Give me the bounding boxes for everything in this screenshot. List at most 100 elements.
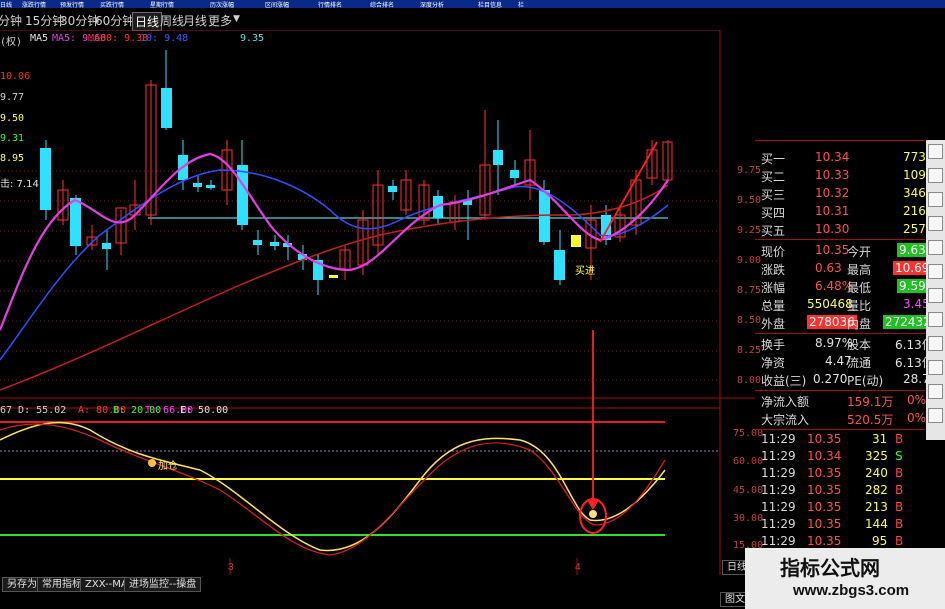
tool-button[interactable] [928, 360, 943, 375]
arrow-head-icon [587, 500, 599, 510]
period-tab-15min[interactable]: 15分钟 [25, 12, 64, 29]
x-axis-marker: 3 [228, 562, 234, 573]
candle [193, 183, 202, 187]
bid-label: 买四 [761, 206, 786, 220]
legend-ma5-label: MA5 [30, 33, 49, 44]
candle [539, 190, 550, 242]
left-label: 8.95 [0, 153, 25, 164]
quote-row: 收益(三) 0.270 PE(动) 28.7 [761, 372, 930, 388]
period-tab-weekly[interactable]: 周线 [160, 12, 184, 29]
quote-row: 外盘 278036 内盘 272432 [761, 315, 933, 331]
chevron-down-icon[interactable]: ▼ [233, 14, 240, 24]
right-toolbar [926, 140, 945, 440]
panel-divider [755, 333, 925, 334]
top-menu-bar: 日线 涨跌行情 预发行情 买跌行情 星期行情 历次涨幅 区间涨幅 行情排名 综合排名 深度分析 栏目… [0, 0, 945, 9]
tick-row: 11:29 10.35 213 B [761, 500, 904, 514]
quote-row: 大宗流入 520.5万 0% [761, 411, 927, 427]
kdj-legend-e: E: 50.00 [180, 405, 229, 416]
candle [270, 242, 279, 246]
save-as-tab[interactable]: 另存为 [2, 577, 42, 592]
menu-item[interactable]: 行情排名 [318, 0, 342, 9]
quote-row: 涨跌 0.63 最高 10.69 [761, 261, 932, 277]
bid-row-2: 买二 10.33 109 [755, 168, 926, 184]
kdj-legend-d: 67 D: 55.02 [0, 405, 67, 416]
bid-price: 10.34 [815, 150, 850, 164]
bid-row-4: 买四 10.31 216 [755, 204, 926, 220]
menu-item[interactable]: 区间涨幅 [265, 0, 289, 9]
tool-button[interactable] [928, 168, 943, 183]
ma10-line [0, 169, 669, 361]
candle [40, 148, 51, 210]
candle [102, 243, 111, 249]
menu-item[interactable]: 栏目信息 [478, 0, 502, 9]
tick-row: 11:29 10.34 325 S [761, 449, 903, 463]
left-label: 9.77 [0, 92, 25, 103]
kline-chart[interactable] [0, 30, 755, 575]
candle [206, 185, 215, 188]
candle [554, 250, 565, 280]
tool-button[interactable] [928, 216, 943, 231]
tool-button[interactable] [928, 384, 943, 399]
menu-item[interactable]: 买跌行情 [100, 0, 124, 9]
tool-button[interactable] [928, 240, 943, 255]
panel-divider [755, 390, 925, 391]
add-position-label: 加仓 [158, 461, 178, 472]
menu-item[interactable]: 预发行情 [60, 0, 84, 9]
bid-label: 买三 [761, 188, 786, 202]
tick-row: 11:29 10.35 144 B [761, 517, 904, 531]
period-tab-more[interactable]: 更多 [208, 12, 232, 29]
candle [161, 88, 172, 128]
candle [70, 198, 81, 246]
tick-row: 11:29 10.35 95 B [761, 534, 904, 548]
period-tab-monthly[interactable]: 月线 [183, 12, 207, 29]
bid-price: 10.33 [815, 168, 850, 182]
bid-row-3: 买三 10.32 346 [755, 186, 926, 202]
bid-price: 10.32 [815, 186, 850, 200]
add-position-marker [148, 459, 156, 467]
bid-label: 买二 [761, 170, 786, 184]
panel-divider [755, 429, 925, 430]
panel-divider [755, 239, 925, 240]
left-label: 9.31 [0, 133, 25, 144]
watermark-title: 指标公式网 [780, 556, 880, 580]
tool-button[interactable] [928, 144, 943, 159]
period-tab-30min[interactable]: 30分钟 [60, 12, 99, 29]
bid-price: 10.31 [815, 204, 850, 218]
x-axis-marker: 4 [575, 562, 581, 573]
menu-item[interactable]: 栏 [518, 0, 524, 9]
bid-volume: 346 [903, 186, 926, 200]
tool-button[interactable] [928, 312, 943, 327]
entry-monitor-tab[interactable]: 进场监控--操盘 [124, 577, 202, 592]
menu-item[interactable]: 日线 [0, 0, 12, 9]
menu-item[interactable]: 星期行情 [150, 0, 174, 9]
period-tab-60min[interactable]: 60分钟 [95, 12, 134, 29]
trend-arrow [599, 141, 658, 243]
bid-row-5: 买五 10.30 257 [755, 222, 926, 238]
legend-prefix: (权) [0, 37, 23, 48]
quote-row: 现价 10.35 今开 9.63 [761, 243, 928, 259]
tool-button[interactable] [928, 408, 943, 423]
menu-item[interactable]: 历次涨幅 [210, 0, 234, 9]
quote-row: 净流入额 159.1万 0% [761, 393, 927, 409]
tool-button[interactable] [928, 264, 943, 279]
menu-item[interactable]: 综合排名 [370, 0, 394, 9]
tool-button[interactable] [928, 192, 943, 207]
quote-row: 换手 8.97% 股本 6.13亿 [761, 336, 934, 352]
left-label: 击: 7.14 [0, 179, 39, 190]
ma5-line [0, 152, 669, 331]
left-label: 9.50 [0, 113, 25, 124]
menu-item[interactable]: 涨跌行情 [22, 0, 46, 9]
bid-label: 买一 [761, 152, 786, 166]
period-tab-1min[interactable]: 分钟 [0, 12, 22, 29]
menu-item[interactable]: 深度分析 [420, 0, 444, 9]
period-tab-daily[interactable]: 日线 [132, 12, 163, 31]
tool-button[interactable] [928, 336, 943, 351]
tick-row: 11:29 10.35 282 B [761, 483, 904, 497]
bid-label: 买五 [761, 224, 786, 238]
tool-button[interactable] [928, 288, 943, 303]
quote-row: 涨幅 6.48% 最低 9.59 [761, 279, 928, 295]
signal-dot [589, 510, 597, 518]
legend-price-tag: 9.35 [240, 33, 265, 44]
legend-ma10: 10: 9.48 [140, 33, 189, 44]
candle [237, 165, 248, 225]
